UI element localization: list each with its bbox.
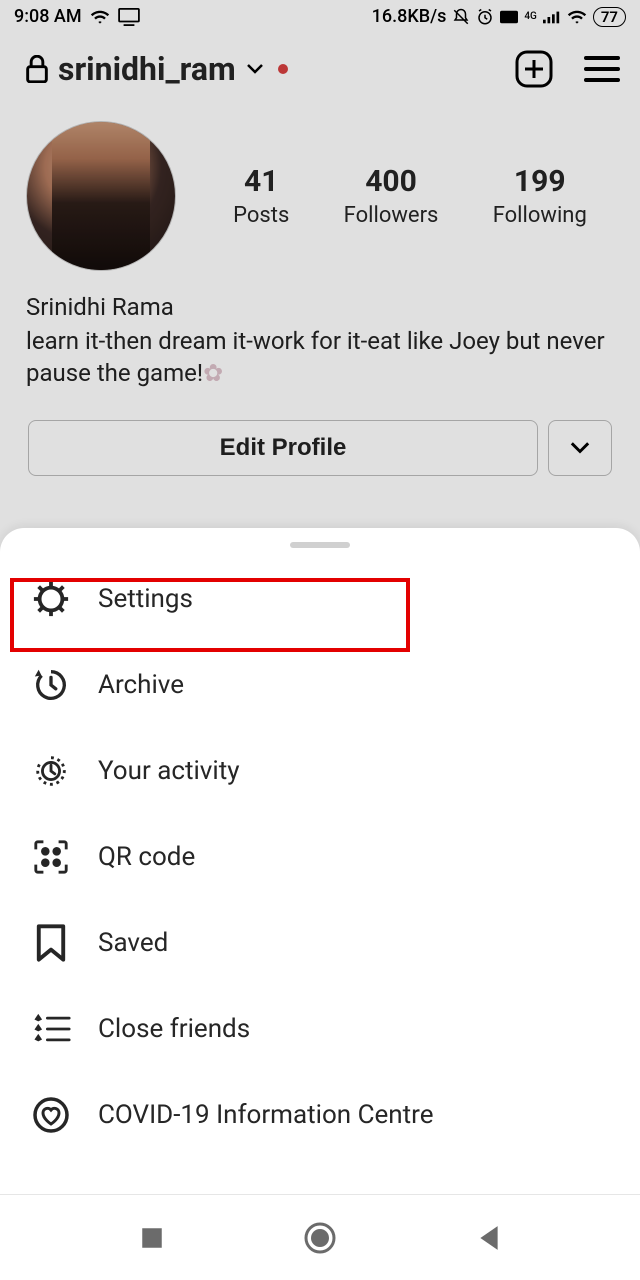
stat-following[interactable]: 199 Following [493, 164, 587, 228]
bell-muted-icon [452, 8, 470, 26]
posts-label: Posts [233, 203, 289, 228]
followers-count: 400 [344, 164, 439, 199]
following-count: 199 [493, 164, 587, 199]
chevron-down-icon [569, 441, 591, 455]
alarm-icon [476, 8, 494, 26]
battery-level: 77 [593, 7, 626, 27]
stat-followers[interactable]: 400 Followers [344, 164, 439, 228]
volte-icon [500, 10, 518, 24]
archive-icon [30, 666, 72, 704]
signal-icon [543, 10, 561, 24]
suggestions-toggle[interactable] [548, 420, 612, 476]
posts-count: 41 [233, 164, 289, 199]
menu-close-friends[interactable]: Close friends [0, 986, 640, 1072]
display-name: Srinidhi Rama [26, 293, 614, 321]
menu-label: QR code [98, 842, 195, 872]
stat-posts[interactable]: 41 Posts [233, 164, 289, 228]
menu-label: Settings [98, 584, 193, 614]
edit-profile-button[interactable]: Edit Profile [28, 420, 538, 476]
status-netspeed: 16.8KB/s [372, 6, 447, 27]
activity-icon [30, 752, 72, 790]
bookmark-icon [30, 923, 72, 963]
recent-apps-button[interactable] [139, 1225, 165, 1251]
system-navbar [0, 1194, 640, 1280]
menu-label: COVID-19 Information Centre [98, 1100, 434, 1130]
bio: learn it-then dream it-work for it-eat l… [26, 325, 614, 390]
menu-label: Archive [98, 670, 184, 700]
heart-circle-icon [30, 1095, 72, 1135]
menu-label: Saved [98, 928, 168, 958]
menu-label: Your activity [98, 756, 240, 786]
status-time: 9:08 AM [14, 6, 82, 27]
network-type: 4G [524, 12, 537, 21]
options-sheet: Settings Archive Your activity QR code S… [0, 528, 640, 1280]
status-bar: 9:08 AM 16.8KB/s 4G 77 [0, 0, 640, 31]
username-text: srinidhi_ram [58, 50, 236, 88]
menu-archive[interactable]: Archive [0, 642, 640, 728]
followers-label: Followers [344, 203, 439, 228]
following-label: Following [493, 203, 587, 228]
notification-dot [278, 64, 288, 74]
home-button[interactable] [303, 1221, 337, 1255]
username-switcher[interactable]: srinidhi_ram [26, 50, 288, 88]
create-icon[interactable] [514, 49, 554, 89]
gear-icon [30, 580, 72, 618]
back-button[interactable] [476, 1224, 502, 1252]
menu-saved[interactable]: Saved [0, 900, 640, 986]
menu-activity[interactable]: Your activity [0, 728, 640, 814]
qr-icon [30, 838, 72, 876]
hamburger-menu-icon[interactable] [584, 55, 620, 83]
chevron-down-icon [246, 63, 264, 75]
wifi-icon [90, 9, 110, 25]
menu-settings[interactable]: Settings [0, 556, 640, 642]
avatar[interactable] [26, 121, 176, 271]
wifi-icon-2 [567, 9, 587, 25]
menu-qr[interactable]: QR code [0, 814, 640, 900]
monitor-icon [118, 8, 140, 26]
sheet-handle[interactable] [290, 542, 350, 548]
close-friends-icon [30, 1012, 72, 1046]
flower-icon: ✿ [203, 357, 223, 389]
lock-icon [26, 55, 48, 83]
menu-covid[interactable]: COVID-19 Information Centre [0, 1072, 640, 1158]
menu-label: Close friends [98, 1014, 250, 1044]
profile-header: srinidhi_ram [0, 31, 640, 99]
